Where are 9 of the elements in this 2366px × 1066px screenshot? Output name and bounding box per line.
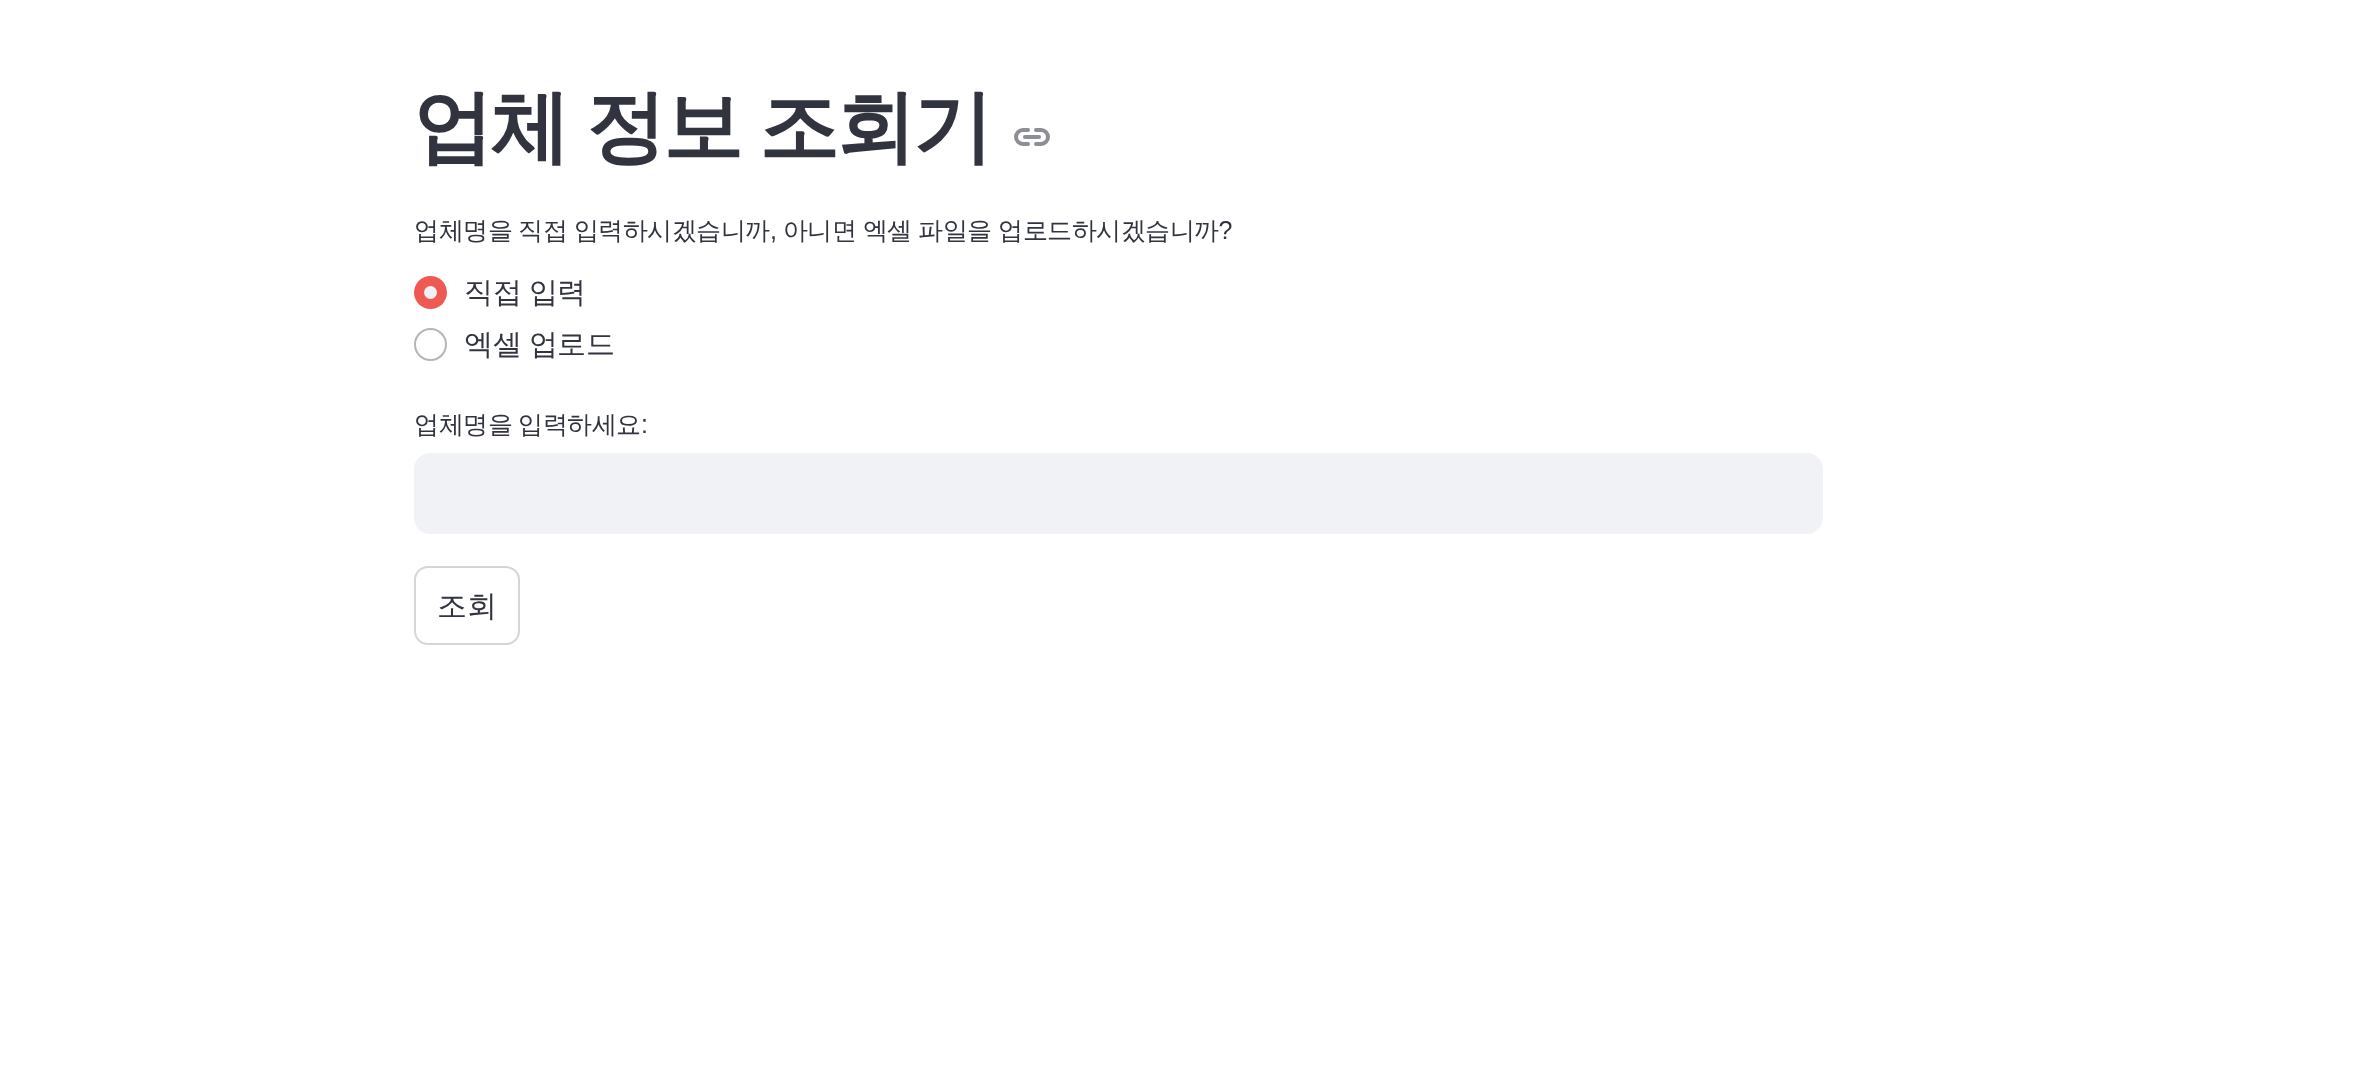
radio-option[interactable]: 직접 입력 (414, 266, 586, 318)
radio-option[interactable]: 엑셀 업로드 (414, 318, 615, 370)
radio-unselected-icon[interactable] (414, 327, 447, 361)
radio-selected-icon[interactable] (414, 275, 447, 309)
question-text: 업체명을 직접 입력하시겠습니까, 아니면 엑셀 파일을 업로드하시겠습니까? (414, 215, 1233, 246)
field-label: 업체명을 입력하세요: (414, 409, 648, 440)
search-button[interactable]: 조회 (414, 566, 520, 645)
page-title: 업체 정보 조회기 (414, 80, 992, 172)
link-icon[interactable] (1013, 127, 1052, 147)
